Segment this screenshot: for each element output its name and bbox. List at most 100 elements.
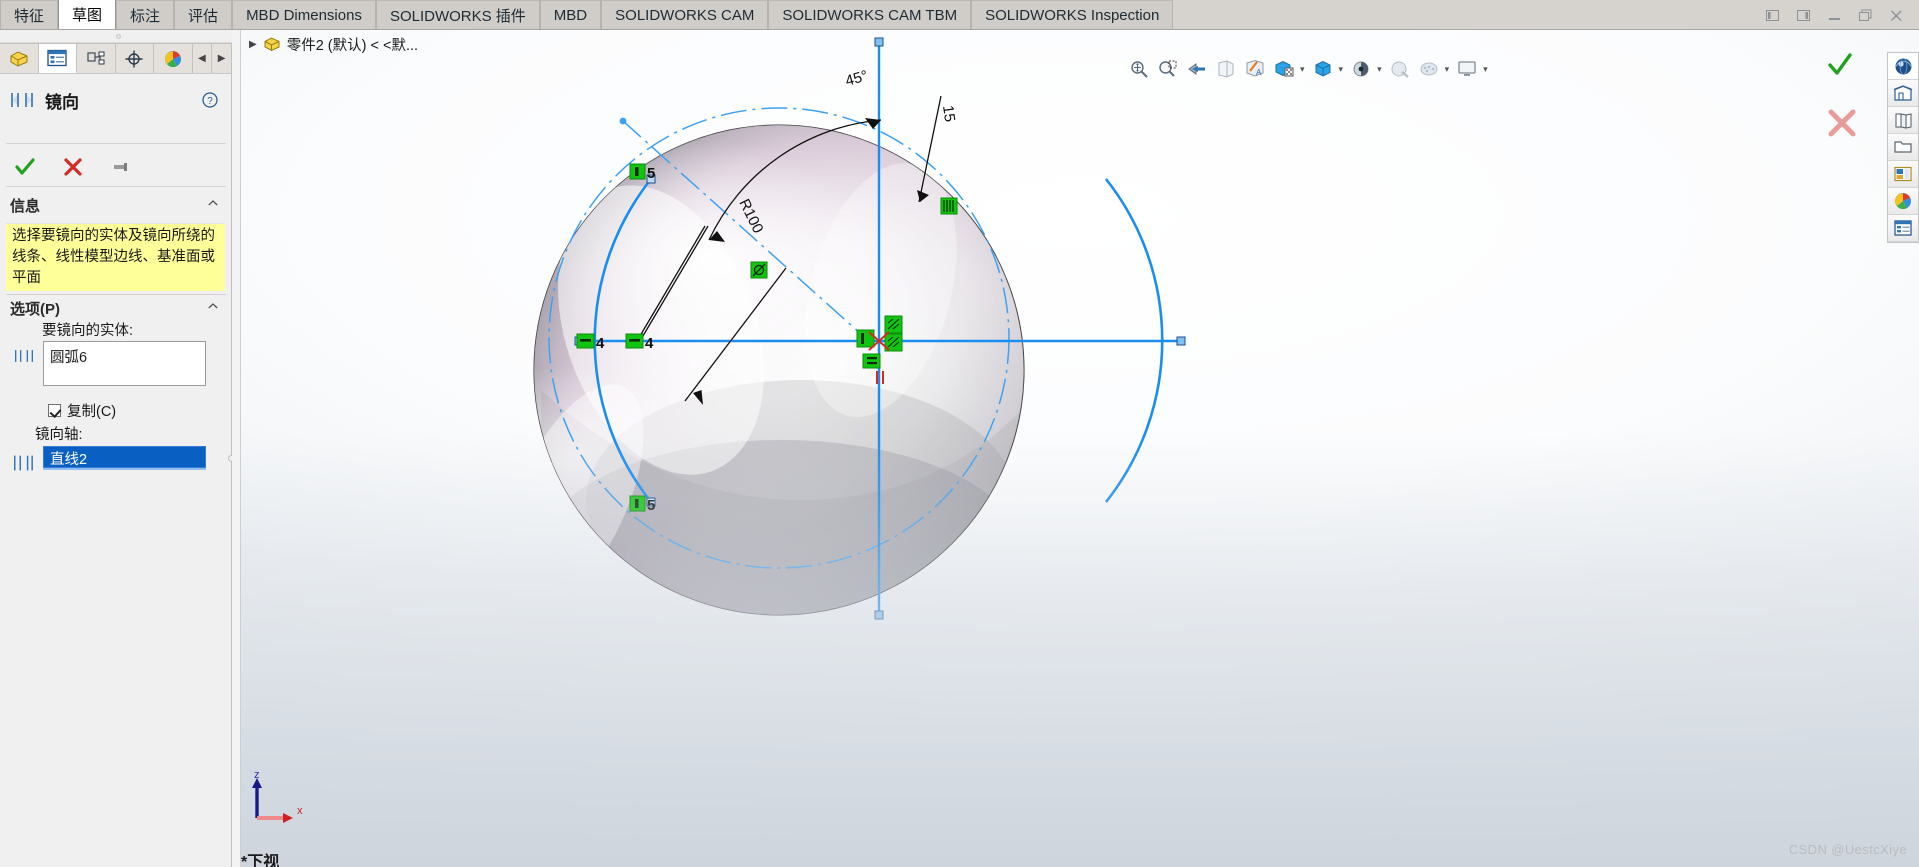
mirror-axis-label: 镜向轴:	[35, 427, 83, 443]
minimize-icon[interactable]	[1826, 7, 1843, 24]
hide-show-dropdown-arrow[interactable]: ▾	[1339, 64, 1346, 75]
configuration-manager-tab[interactable]	[77, 43, 116, 73]
section-options-label: 选项(P)	[10, 300, 60, 318]
sketch-canvas[interactable]: 45° R100 15 5 5 4 4	[241, 30, 1919, 867]
endpoint-right	[1176, 336, 1186, 346]
endpoint-top	[874, 37, 884, 47]
expand-twisty-icon[interactable]: ▶	[249, 39, 257, 50]
section-view-icon[interactable]	[1213, 58, 1239, 80]
tab-solidworks-cam[interactable]: SOLIDWORKS CAM	[601, 0, 769, 29]
command-manager-tabbar: 特征 草图 标注 评估 MBD Dimensions SOLIDWORKS 插件…	[0, 0, 1919, 30]
apply-scene-icon[interactable]	[1387, 58, 1413, 80]
appearance-dropdown-arrow[interactable]: ▾	[1377, 64, 1384, 75]
display-style-icon[interactable]	[1271, 58, 1297, 80]
panel-splitter[interactable]	[232, 30, 241, 867]
display-manager-tab[interactable]	[154, 43, 193, 73]
property-manager-title: 镜向 ?	[0, 82, 232, 118]
tab-mbd-dimensions[interactable]: MBD Dimensions	[232, 0, 376, 29]
tab-solidworks-addins[interactable]: SOLIDWORKS 插件	[375, 0, 540, 29]
property-manager-tab[interactable]	[38, 43, 77, 73]
svg-text:A: A	[1256, 68, 1262, 77]
restore-right-pane-icon[interactable]	[1795, 7, 1812, 24]
tab-solidworks-cam-tbm[interactable]: SOLIDWORKS CAM TBM	[768, 0, 972, 29]
watermark-text: CSDN @UestcXiye	[1788, 842, 1907, 857]
close-icon[interactable]	[1888, 7, 1905, 24]
hide-show-items-icon[interactable]	[1310, 58, 1336, 80]
view-settings-icon[interactable]	[1416, 58, 1442, 80]
angle-dimension-text: 45°	[843, 67, 869, 90]
scene-dropdown-arrow[interactable]: ▾	[1445, 64, 1452, 75]
endpoint-bottom	[874, 610, 884, 620]
view-orientation-icon[interactable]: A	[1242, 58, 1268, 80]
entities-to-mirror-label: 要镜向的实体:	[42, 323, 134, 339]
dimxpert-manager-tab[interactable]	[115, 43, 154, 73]
feature-tree-tab[interactable]	[0, 43, 39, 73]
file-explorer-icon[interactable]	[1888, 107, 1918, 134]
custom-properties-icon[interactable]	[1888, 188, 1918, 215]
panel-collapse-dot[interactable]	[116, 34, 121, 39]
constraint-count-lower-left: 5	[647, 497, 655, 514]
manager-tabs: ◀ ▶	[0, 43, 232, 74]
confirm-ok-button[interactable]	[1827, 52, 1853, 78]
chevron-right-icon: ▶	[217, 53, 226, 64]
property-manager-actions	[0, 150, 232, 184]
restore-window-icon[interactable]	[1857, 7, 1874, 24]
viewport-dropdown-arrow[interactable]: ▾	[1483, 64, 1490, 75]
triad-x-label: x	[297, 805, 303, 817]
tab-markup[interactable]: 标注	[116, 0, 175, 29]
property-manager-panel: ◀ ▶ 镜向 ? 信息 选择要镜向的实体及镜向所绕的线条、线性模型边线、基准面或…	[0, 30, 235, 867]
solidworks-resources-icon[interactable]	[1888, 53, 1918, 80]
copy-checkbox[interactable]	[48, 404, 61, 417]
chevron-left-icon: ◀	[198, 53, 206, 64]
chevron-up-icon[interactable]	[208, 200, 218, 206]
edit-appearance-icon[interactable]	[1348, 58, 1374, 80]
cancel-button[interactable]	[62, 156, 84, 178]
mirror-entities-icon	[15, 350, 33, 362]
mirror-axis-icon	[14, 455, 33, 471]
restore-left-pane-icon[interactable]	[1764, 7, 1781, 24]
manager-tabs-scroll-right[interactable]: ▶	[212, 43, 232, 73]
confirm-cancel-button[interactable]	[1827, 108, 1857, 138]
solidworks-window: 特征 草图 标注 评估 MBD Dimensions SOLIDWORKS 插件…	[0, 0, 1919, 867]
page-title: 镜向	[45, 92, 79, 112]
tab-sketch[interactable]: 草图	[58, 0, 117, 29]
copy-checkbox-label: 复制(C)	[67, 404, 117, 420]
tab-solidworks-inspection[interactable]: SOLIDWORKS Inspection	[971, 0, 1174, 29]
chevron-up-icon-options[interactable]	[208, 303, 218, 309]
zoom-to-area-icon[interactable]	[1155, 58, 1181, 80]
constraint-count-upper-left: 5	[647, 165, 655, 182]
viewport-icon[interactable]	[1454, 58, 1480, 80]
section-header-message[interactable]: 信息	[0, 192, 232, 218]
accept-button[interactable]	[14, 156, 36, 178]
tab-features[interactable]: 特征	[0, 0, 59, 29]
window-controls	[1764, 0, 1915, 30]
mirror-icon	[11, 93, 33, 107]
copy-checkbox-row[interactable]: 复制(C)	[48, 400, 116, 421]
section-header-options[interactable]: 选项(P)	[0, 295, 232, 321]
help-icon[interactable]: ?	[202, 92, 218, 108]
heads-up-view-toolbar: A ▾ ▾ ▾ ▾ ▾	[1126, 57, 1490, 81]
panel-top-strip	[0, 30, 232, 43]
entities-to-mirror-field[interactable]: 圆弧6	[43, 341, 206, 386]
constraint-count-left-inner: 4	[645, 335, 654, 352]
part-icon	[264, 37, 280, 52]
divider-below-actions	[6, 186, 226, 187]
graphics-area[interactable]: ▶ 零件2 (默认) < <默... A ▾ ▾ ▾ ▾ ▾ 45° R100 …	[241, 30, 1919, 867]
mirror-axis-field[interactable]: 直线2	[43, 446, 206, 468]
svg-text:?: ?	[207, 96, 213, 107]
tab-mbd[interactable]: MBD	[539, 0, 602, 29]
design-library-icon[interactable]	[1888, 80, 1918, 107]
constraint-count-left-outer: 4	[596, 335, 605, 352]
zoom-to-fit-icon[interactable]	[1126, 58, 1152, 80]
appearances-scenes-icon[interactable]	[1888, 161, 1918, 188]
pin-button[interactable]	[110, 156, 132, 178]
tab-evaluate[interactable]: 评估	[174, 0, 233, 29]
view-orientation-label: *下视	[241, 854, 280, 867]
previous-view-icon[interactable]	[1184, 58, 1210, 80]
display-style-dropdown-arrow[interactable]: ▾	[1300, 64, 1307, 75]
view-palette-icon[interactable]	[1888, 134, 1918, 161]
property-tab-builder-icon[interactable]	[1888, 215, 1918, 242]
divider-above-actions	[6, 143, 226, 144]
manager-tabs-scroll-left[interactable]: ◀	[192, 43, 213, 73]
feature-tree-header[interactable]: ▶ 零件2 (默认) < <默...	[241, 30, 418, 58]
